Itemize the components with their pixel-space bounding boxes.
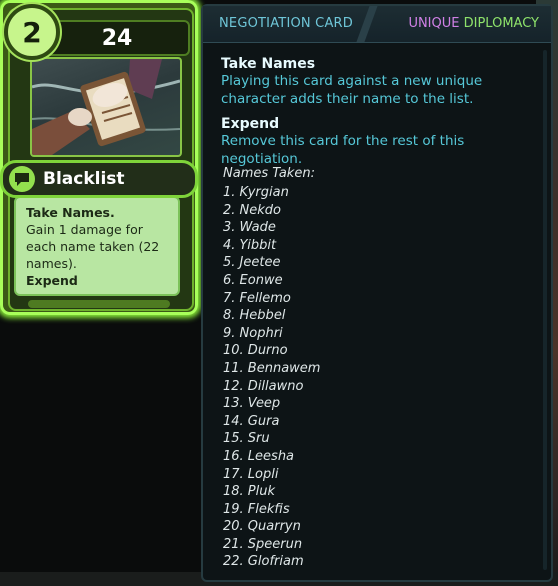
card-description: Take Names. Gain 1 damage for each name … [14, 196, 180, 296]
names-rows: 1. Kyrgian 2. Nekdo 3. Wade 4. Yibbit 5. Jee… [223, 184, 523, 571]
cost-badge: 2 [4, 4, 60, 60]
name-entry: 19. Flekfis [223, 501, 290, 517]
name-entry: 2. Nekdo [223, 202, 281, 218]
name-entry: 9. Nophri [223, 325, 283, 341]
name-entry: 21. Speerun [223, 536, 303, 552]
card-art [30, 57, 182, 157]
name-entry: 13. Veep [223, 396, 281, 412]
tooltip-scrollbar [543, 50, 547, 570]
keyword-take-names: Take Names Playing this card against a n… [221, 56, 541, 108]
card-effect-text: Gain 1 damage for each name taken (22 na… [26, 222, 160, 271]
name-entry: 6. Eonwe [223, 272, 283, 288]
card-tags: UNIQUE DIPLOMACY [408, 16, 539, 31]
name-entry: 5. Jeetee [223, 255, 281, 271]
card-title-banner: Blacklist [0, 160, 198, 198]
names-taken-list: Names Taken: 1. Kyrgian 2. Nekdo 3. Wade 4.… [223, 165, 523, 571]
speech-bubble-icon [9, 166, 35, 192]
name-entry: 10. Durno [223, 343, 288, 359]
keyword-title: Take Names [221, 56, 316, 72]
card-name: Blacklist [43, 169, 125, 189]
name-entry: 18. Pluk [223, 484, 276, 500]
tooltip-header: NEGOTIATION CARD UNIQUE DIPLOMACY [203, 6, 551, 43]
keyword-title: Expend [221, 116, 280, 132]
card-category: NEGOTIATION CARD [219, 16, 353, 31]
tag-unique: UNIQUE [408, 16, 460, 31]
name-entry: 14. Gura [223, 413, 280, 429]
card-cost: 2 [22, 15, 42, 49]
name-entry: 15. Sru [223, 431, 270, 447]
card-tooltip-panel: NEGOTIATION CARD UNIQUE DIPLOMACY Take N… [201, 4, 553, 582]
card-foot-ornament [28, 300, 170, 308]
names-heading: Names Taken: [223, 166, 315, 181]
name-entry: 12. Dillawno [223, 378, 304, 394]
name-entry: 4. Yibbit [223, 237, 277, 253]
name-entry: 20. Quarryn [223, 519, 301, 535]
name-entry: 3. Wade [223, 220, 276, 236]
resolve-value: 24 [101, 25, 133, 51]
name-entry: 8. Hebbel [223, 308, 286, 324]
name-entry: 11. Bennawem [223, 360, 321, 376]
header-divider [356, 6, 378, 42]
blacklist-card[interactable]: 2 24 Blacklist Take Names. Gain 1 damage… [0, 0, 198, 315]
name-entry: 1. Kyrgian [223, 185, 289, 200]
name-entry: 7. Fellemo [223, 290, 291, 306]
keyword-description: Remove this card for the rest of this ne… [221, 133, 465, 167]
name-entry: 22. Glofriam [223, 554, 304, 570]
name-entry: 16. Leesha [223, 448, 295, 464]
card-keyword-take-names: Take Names. [26, 205, 115, 220]
card-keyword-expend: Expend [26, 273, 78, 288]
keyword-expend: Expend Remove this card for the rest of … [221, 116, 541, 168]
tag-diplomacy: DIPLOMACY [463, 16, 539, 31]
name-entry: 17. Lopli [223, 466, 279, 482]
card-art-illustration [32, 59, 180, 155]
keyword-description: Playing this card against a new unique c… [221, 73, 483, 107]
